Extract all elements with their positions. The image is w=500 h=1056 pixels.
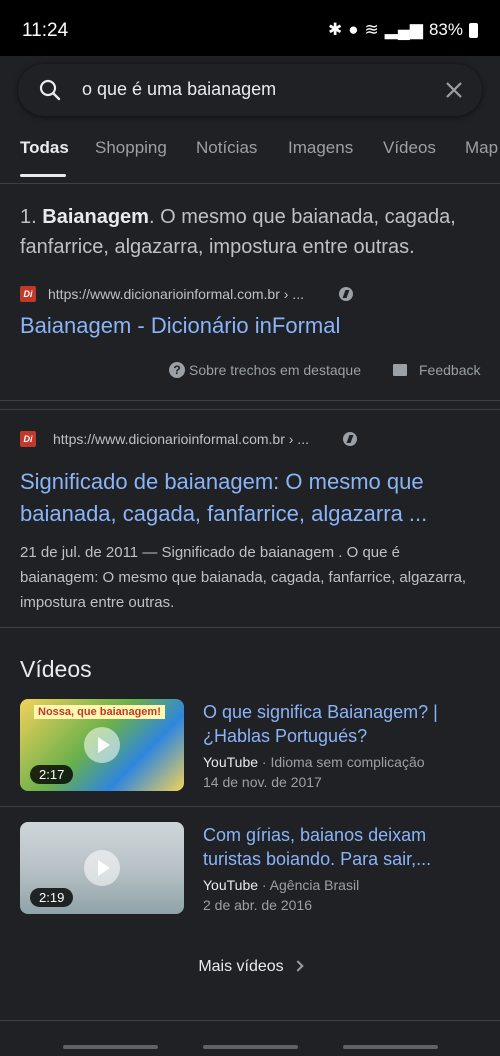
play-icon xyxy=(84,850,120,886)
thumbnail-caption: Nossa, que baianagem! xyxy=(34,705,165,719)
search-box[interactable]: o que é uma baianagem xyxy=(18,64,482,116)
tab-noticias[interactable]: Notícias xyxy=(196,138,257,158)
featured-snippet-text: 1. Baianagem. O mesmo que baianada, caga… xyxy=(20,202,490,262)
video-title-link[interactable]: Com gírias, baianos deixam turistas boia… xyxy=(203,823,483,871)
about-snippets-link[interactable]: ? Sobre trechos em destaque xyxy=(169,362,361,378)
video-title-link[interactable]: O que significa Baianagem? | ¿Hablas Por… xyxy=(203,700,483,748)
search-input[interactable]: o que é uma baianagem xyxy=(82,79,276,100)
location-icon: ● xyxy=(348,20,359,39)
divider xyxy=(0,627,500,628)
search-icon[interactable] xyxy=(38,78,62,102)
divider xyxy=(0,400,500,401)
nav-handle xyxy=(203,1045,298,1049)
dicionario-favicon: Di xyxy=(20,431,36,447)
feedback-link[interactable]: Feedback xyxy=(393,362,480,378)
tab-imagens[interactable]: Imagens xyxy=(288,138,353,158)
video-thumbnail[interactable]: Nossa, que baianagem! 2:17 xyxy=(20,699,184,791)
video-meta: YouTube · Idioma sem complicação xyxy=(203,752,425,772)
status-bar: 11:24 ✱ ● ≋ ▂▄▆ 83% xyxy=(0,0,500,56)
help-icon: ? xyxy=(169,362,185,378)
dicionario-favicon: Di xyxy=(20,286,36,302)
status-time: 11:24 xyxy=(22,20,69,41)
feedback-icon xyxy=(393,364,407,376)
nav-handle xyxy=(63,1045,158,1049)
video-date: 2 de abr. de 2016 xyxy=(203,897,312,913)
tab-maps[interactable]: Map xyxy=(465,138,498,158)
result-url[interactable]: https://www.dicionarioinformal.com.br › … xyxy=(53,431,309,447)
featured-url[interactable]: https://www.dicionarioinformal.com.br › … xyxy=(48,286,304,302)
tab-todas[interactable]: Todas xyxy=(20,138,69,158)
divider xyxy=(0,1020,500,1021)
result-description: 21 de jul. de 2011 — Significado de baia… xyxy=(20,544,467,611)
battery-icon xyxy=(469,22,478,38)
snippet-number: 1. xyxy=(20,206,43,228)
play-icon xyxy=(84,727,120,763)
divider xyxy=(0,183,500,184)
more-videos-button[interactable]: Mais vídeos xyxy=(20,944,480,990)
tab-videos[interactable]: Vídeos xyxy=(383,138,436,158)
close-icon[interactable] xyxy=(442,78,466,102)
video-source: YouTube xyxy=(203,877,259,893)
amp-icon xyxy=(339,287,353,301)
snippet-term: Baianagem xyxy=(42,206,149,228)
signal-icon: ▂▄▆ xyxy=(384,20,423,39)
tab-shopping[interactable]: Shopping xyxy=(95,138,167,158)
more-videos-label: Mais vídeos xyxy=(198,958,284,975)
video-meta: YouTube · Agência Brasil xyxy=(203,875,359,895)
amp-icon xyxy=(343,432,357,446)
videos-heading: Vídeos xyxy=(20,656,92,682)
featured-title-link[interactable]: Baianagem - Dicionário inFormal xyxy=(20,310,340,342)
search-tabs: Todas Shopping Notícias Imagens Vídeos M… xyxy=(0,136,500,182)
divider xyxy=(0,806,500,807)
status-icons: ✱ ● ≋ ▂▄▆ 83% xyxy=(328,20,478,40)
video-channel: · Idioma sem complicação xyxy=(258,754,425,770)
video-date: 14 de nov. de 2017 xyxy=(203,774,322,790)
divider xyxy=(0,409,500,410)
chevron-right-icon xyxy=(292,960,304,972)
feedback-label: Feedback xyxy=(419,362,481,378)
video-duration: 2:19 xyxy=(30,888,74,907)
result-title-link[interactable]: Significado de baianagem: O mesmo que ba… xyxy=(20,466,480,530)
battery-percent: 83% xyxy=(428,20,463,39)
active-tab-indicator xyxy=(20,174,66,177)
video-source: YouTube xyxy=(203,754,259,770)
nav-handle xyxy=(343,1045,438,1049)
video-thumbnail[interactable]: 2:19 xyxy=(20,822,184,914)
wifi-icon: ≋ xyxy=(364,20,379,39)
bluetooth-icon: ✱ xyxy=(327,20,343,39)
video-channel: · Agência Brasil xyxy=(258,877,360,893)
video-duration: 2:17 xyxy=(30,765,74,784)
about-snippets-label: Sobre trechos em destaque xyxy=(189,362,361,378)
